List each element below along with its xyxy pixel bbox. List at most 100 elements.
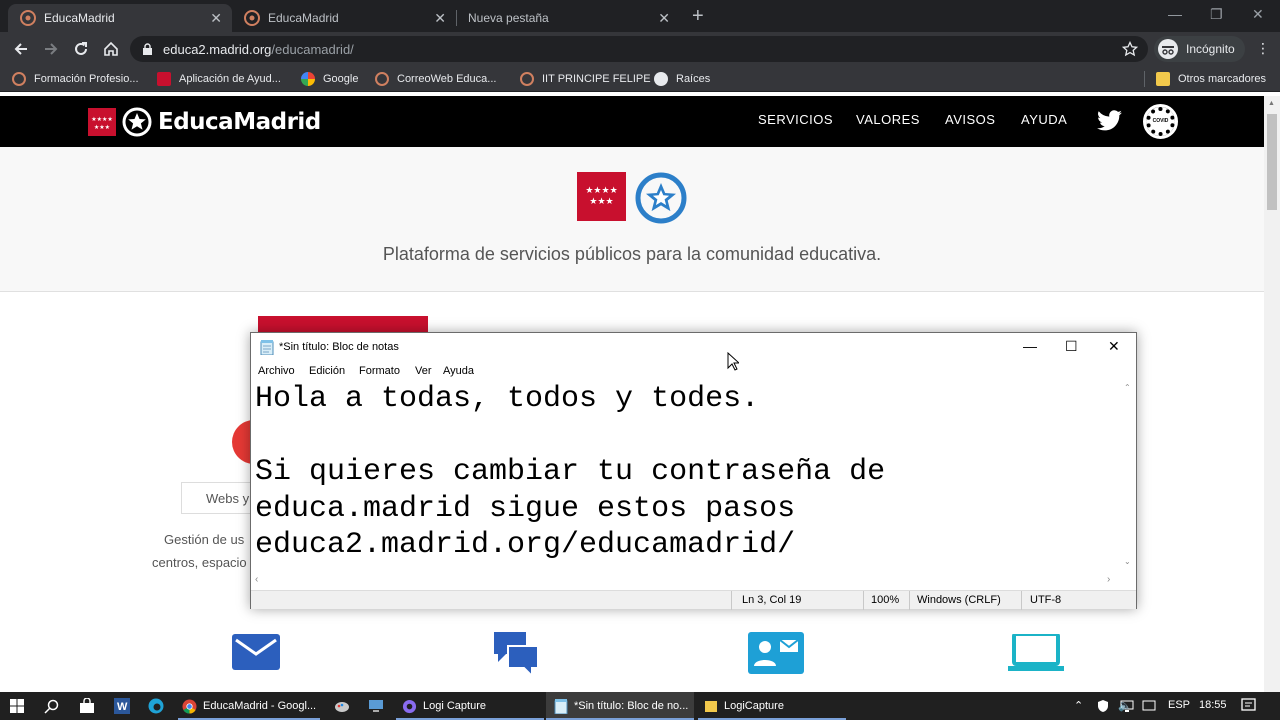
- scroll-up-icon[interactable]: ⌃: [1124, 383, 1131, 392]
- tab-new-tab[interactable]: Nueva pestaña ✕: [456, 4, 680, 32]
- close-window-icon[interactable]: ✕: [1252, 6, 1264, 23]
- windows-start-icon[interactable]: [10, 699, 24, 713]
- new-tab-plus-icon[interactable]: +: [692, 6, 704, 26]
- notepad-minimize-icon[interactable]: —: [1023, 338, 1037, 354]
- notepad-text-area[interactable]: Hola a todas, todos y todes. Si quieres …: [255, 381, 1119, 573]
- bookmark-label: Aplicación de Ayud...: [179, 73, 281, 85]
- covid-virus-icon[interactable]: COVID: [1143, 104, 1178, 139]
- nav-ayuda[interactable]: AYUDA: [1021, 112, 1067, 127]
- edge-icon[interactable]: [148, 698, 164, 714]
- bookmark-item[interactable]: Google: [301, 71, 358, 87]
- taskbar-item-label: Logi Capture: [423, 700, 486, 712]
- notepad-title-bar[interactable]: *Sin título: Bloc de notas — ☐ ✕: [251, 333, 1136, 363]
- lock-icon: [143, 43, 152, 55]
- status-cursor-position: Ln 3, Col 19: [742, 594, 802, 606]
- status-zoom: 100%: [871, 594, 900, 606]
- scroll-up-icon[interactable]: ▲: [1268, 100, 1275, 107]
- address-bar[interactable]: educa2.madrid.org/educamadrid/: [130, 36, 1148, 62]
- kebab-menu-icon[interactable]: ⋮: [1256, 40, 1270, 57]
- nav-servicios[interactable]: SERVICIOS: [758, 112, 833, 127]
- contacts-service-icon[interactable]: [748, 632, 804, 674]
- logi-watermark-logo: [1190, 656, 1240, 688]
- tab-educamadrid-1[interactable]: EducaMadrid ✕: [8, 4, 232, 32]
- nav-avisos[interactable]: AVISOS: [945, 112, 995, 127]
- language-indicator[interactable]: ESP: [1168, 699, 1190, 711]
- menu-edicion[interactable]: Edición: [309, 365, 345, 377]
- laptop-service-icon[interactable]: [1008, 634, 1064, 672]
- url-path: /educamadrid/: [271, 42, 354, 57]
- madrid-flag-icon: [157, 72, 171, 86]
- bookmark-item[interactable]: IIT PRINCIPE FELIPE: [520, 71, 651, 87]
- taskbar-item-label: *Sin título: Bloc de no...: [574, 700, 689, 712]
- reload-icon[interactable]: [72, 40, 90, 58]
- mouse-pointer-icon: [727, 352, 739, 371]
- notepad-horizontal-scrollbar[interactable]: ‹ ›: [251, 573, 1120, 589]
- tab-educamadrid-2[interactable]: EducaMadrid ✕: [232, 4, 456, 32]
- security-shield-icon[interactable]: [1096, 699, 1110, 713]
- back-arrow-icon[interactable]: [12, 40, 30, 58]
- clock-time[interactable]: 18:55: [1199, 699, 1227, 711]
- taskbar-logicapture-folder[interactable]: LogiCapture: [698, 692, 846, 720]
- tray-expand-icon[interactable]: ⌃: [1074, 699, 1083, 712]
- menu-ver[interactable]: Ver: [415, 365, 432, 377]
- close-tab-icon[interactable]: ✕: [658, 10, 670, 26]
- forward-arrow-icon[interactable]: [42, 40, 60, 58]
- twitter-icon[interactable]: [1097, 110, 1123, 132]
- display-icon[interactable]: [1142, 700, 1156, 712]
- bookmark-star-icon[interactable]: [1122, 41, 1138, 57]
- other-bookmarks-label: Otros marcadores: [1178, 73, 1267, 85]
- brand-logo-text[interactable]: EducaMadrid: [158, 109, 321, 135]
- menu-formato[interactable]: Formato: [359, 365, 400, 377]
- minimize-icon[interactable]: —: [1168, 6, 1182, 22]
- mail-service-icon[interactable]: [232, 632, 280, 672]
- monitor-icon[interactable]: [368, 698, 384, 714]
- notepad-close-icon[interactable]: ✕: [1108, 338, 1120, 355]
- volume-icon[interactable]: 🔈: [1118, 699, 1132, 712]
- incognito-label: Incógnito: [1186, 42, 1235, 56]
- close-tab-icon[interactable]: ✕: [210, 10, 222, 26]
- page-scrollbar[interactable]: ▲: [1264, 96, 1280, 692]
- notepad-vertical-scrollbar[interactable]: ⌃ ⌄: [1120, 381, 1136, 573]
- bookmark-item[interactable]: CorreoWeb Educa...: [375, 71, 496, 87]
- bookmarks-bar: Formación Profesio... Aplicación de Ayud…: [0, 66, 1280, 92]
- other-bookmarks[interactable]: Otros marcadores: [1156, 71, 1266, 87]
- scroll-right-icon[interactable]: ›: [1107, 574, 1110, 585]
- notifications-icon[interactable]: [1241, 698, 1256, 713]
- status-separator: [1021, 591, 1022, 610]
- tab-title: EducaMadrid: [44, 11, 115, 25]
- browser-tab-strip: EducaMadrid ✕ EducaMadrid ✕ Nueva pestañ…: [0, 0, 1280, 32]
- taskbar-logi-capture[interactable]: Logi Capture: [396, 692, 544, 720]
- comunidad-madrid-flag: ★★★★ ★★★: [577, 172, 626, 221]
- bookmark-item[interactable]: Formación Profesio...: [12, 71, 139, 87]
- url-text: educa2.madrid.org/educamadrid/: [163, 42, 354, 57]
- search-icon[interactable]: [44, 699, 59, 714]
- menu-ayuda[interactable]: Ayuda: [443, 365, 474, 377]
- bookmark-item[interactable]: Raíces: [654, 71, 710, 87]
- status-separator: [863, 591, 864, 610]
- notepad-maximize-icon[interactable]: ☐: [1065, 338, 1078, 355]
- taskbar-notepad[interactable]: *Sin título: Bloc de no...: [546, 692, 694, 720]
- word-icon[interactable]: W: [114, 698, 130, 714]
- folder-icon: [1156, 72, 1170, 86]
- paint-icon[interactable]: [334, 698, 350, 714]
- notepad-window: *Sin título: Bloc de notas — ☐ ✕ Archivo…: [250, 332, 1137, 610]
- status-line-ending: Windows (CRLF): [917, 594, 1001, 606]
- restore-icon[interactable]: ❐: [1210, 6, 1223, 23]
- bookmark-item[interactable]: Aplicación de Ayud...: [157, 71, 281, 87]
- nav-valores[interactable]: VALORES: [856, 112, 920, 127]
- scroll-left-icon[interactable]: ‹: [255, 574, 258, 585]
- chat-service-icon[interactable]: [492, 628, 542, 676]
- scroll-down-icon[interactable]: ⌄: [1124, 557, 1131, 566]
- scrollbar-thumb[interactable]: [1267, 114, 1277, 210]
- notepad-title: *Sin título: Bloc de notas: [279, 341, 399, 353]
- store-icon[interactable]: [79, 698, 95, 714]
- folder-icon: [705, 701, 717, 712]
- taskbar-chrome[interactable]: EducaMadrid - Googl...: [178, 692, 320, 720]
- incognito-button[interactable]: Incógnito: [1154, 36, 1245, 62]
- menu-archivo[interactable]: Archivo: [258, 365, 295, 377]
- home-icon[interactable]: [102, 40, 120, 58]
- tab-title: Nueva pestaña: [468, 11, 549, 25]
- taskbar-item-label: LogiCapture: [724, 700, 784, 712]
- webs-button[interactable]: Webs y: [181, 482, 261, 514]
- close-tab-icon[interactable]: ✕: [434, 10, 446, 26]
